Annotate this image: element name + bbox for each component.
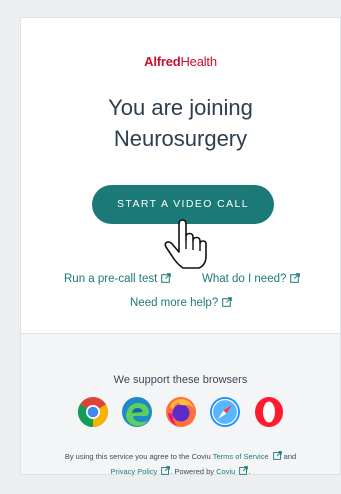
join-card: AlfredHealth You are joining Neurosurger… — [20, 17, 341, 476]
terms-of-service-link[interactable]: Terms of Service — [212, 451, 282, 461]
brand-logo-part2: Health — [180, 54, 217, 69]
precall-test-link[interactable]: Run a pre-call test — [64, 273, 172, 285]
page-title: You are joining Neurosurgery — [21, 92, 340, 154]
page-title-line2: Neurosurgery — [113, 126, 248, 151]
opera-icon — [255, 397, 283, 427]
chrome-icon — [78, 397, 109, 427]
precall-test-label: Run a pre-call test — [64, 273, 158, 285]
coviu-link[interactable]: Coviu — [216, 466, 249, 476]
brand-logo-part1: Alfred — [144, 54, 181, 69]
browser-support-section: We support these browsers By using this … — [21, 334, 340, 476]
privacy-policy-link[interactable]: Privacy Policy — [110, 466, 171, 476]
external-link-icon — [239, 466, 249, 475]
external-link-icon — [161, 273, 172, 283]
external-link-icon — [272, 451, 282, 460]
brand-logo: AlfredHealth — [21, 54, 340, 69]
legal-and: and — [283, 452, 297, 461]
external-link-icon — [290, 273, 301, 283]
safari-icon — [210, 397, 240, 427]
support-text: We support these browsers — [113, 374, 248, 386]
terms-label: Terms of Service — [212, 452, 269, 461]
what-do-i-need-label: What do I need? — [202, 273, 287, 285]
privacy-label: Privacy Policy — [110, 467, 158, 476]
more-help-label: Need more help? — [130, 297, 219, 309]
what-do-i-need-link[interactable]: What do I need? — [202, 273, 301, 285]
legal-prefix: By using this service you agree to the C… — [64, 452, 211, 461]
edge-icon — [122, 397, 152, 427]
browser-icons — [77, 396, 287, 428]
legal-text: By using this service you agree to the C… — [35, 449, 326, 479]
legal-end: . — [248, 467, 251, 476]
more-help-link[interactable]: Need more help? — [130, 297, 233, 309]
hand-pointer-icon — [164, 219, 207, 269]
external-link-icon — [161, 466, 171, 475]
firefox-icon — [166, 397, 196, 427]
legal-powered: . Powered by — [170, 467, 215, 476]
page-title-line1: You are joining — [108, 95, 253, 120]
coviu-label: Coviu — [216, 467, 236, 476]
external-link-icon — [222, 297, 233, 307]
